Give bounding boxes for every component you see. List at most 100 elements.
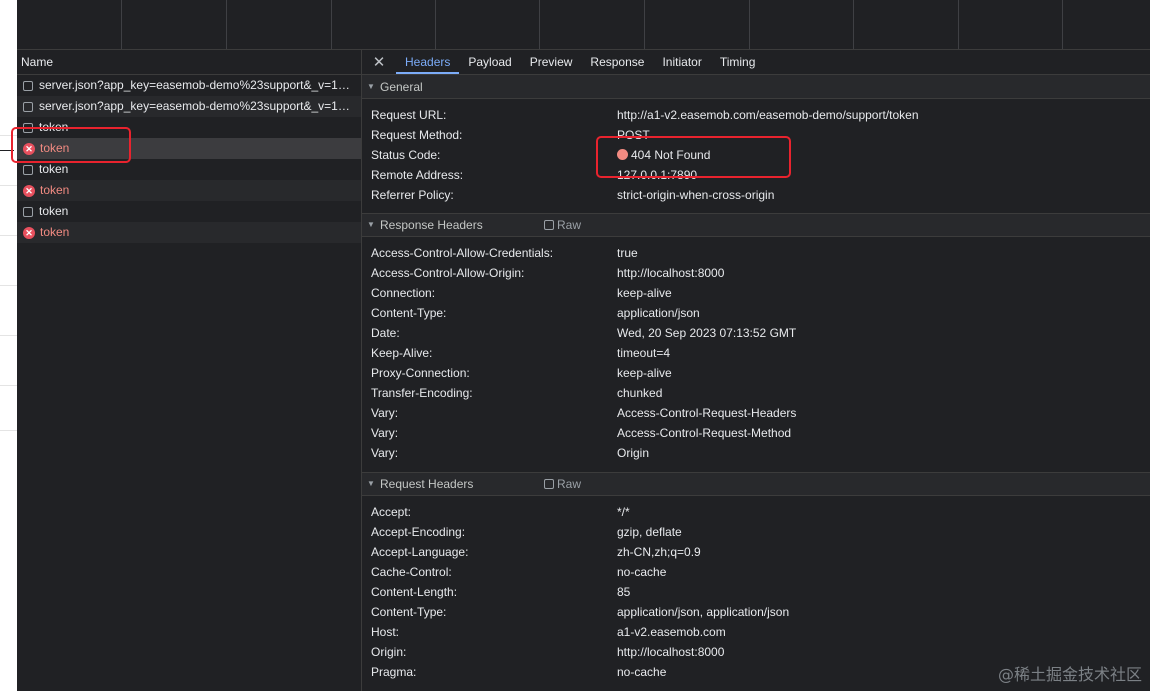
header-row: Access-Control-Allow-Origin: http://local…: [362, 263, 1150, 283]
header-row: Referrer Policy: strict-origin-when-cross…: [362, 185, 1150, 205]
header-name: Cache-Control:: [371, 565, 452, 579]
close-icon[interactable]: ✕: [362, 53, 396, 71]
header-value: http://a1-v2.easemob.com/easemob-demo/su…: [617, 108, 919, 122]
header-name: Accept-Encoding:: [371, 525, 466, 539]
request-name: server.json?app_key=easemob-demo%23suppo…: [39, 99, 350, 113]
caret-down-icon: ▼: [367, 81, 375, 91]
raw-checkbox[interactable]: [544, 479, 554, 489]
request-row[interactable]: ✕ token: [17, 222, 361, 243]
request-name: token: [40, 225, 70, 239]
header-name: Transfer-Encoding:: [371, 386, 473, 400]
response-headers-title: Response Headers: [380, 218, 483, 232]
name-column-header[interactable]: Name: [17, 50, 361, 75]
tab-preview[interactable]: Preview: [521, 50, 582, 74]
tab-response[interactable]: Response: [581, 50, 653, 74]
request-checkbox[interactable]: [23, 101, 33, 112]
header-value: */*: [617, 505, 630, 519]
request-name: server.json?app_key=easemob-demo%23suppo…: [39, 78, 350, 92]
tab-payload[interactable]: Payload: [459, 50, 520, 74]
header-value: application/json, application/json: [617, 605, 790, 619]
header-value: Access-Control-Request-Headers: [617, 406, 797, 420]
header-row: Cache-Control: no-cache: [362, 562, 1150, 582]
header-name: Vary:: [371, 426, 399, 440]
header-row: Host: a1-v2.easemob.com: [362, 622, 1150, 642]
header-name: Origin:: [371, 645, 407, 659]
request-headers-section-header[interactable]: ▼ Request Headers Raw: [362, 472, 1150, 496]
network-timeline-overview[interactable]: [17, 0, 1150, 50]
header-row: Origin: http://localhost:8000: [362, 642, 1150, 662]
header-name: Accept:: [371, 505, 412, 519]
tab-list: Headers Payload Preview Response Initiator Ti…: [396, 50, 764, 74]
header-value: keep-alive: [617, 366, 672, 380]
response-header-rows: Access-Control-Allow-Credentials: true Acc…: [362, 243, 1150, 463]
header-row: Vary: Access-Control-Request-Method: [362, 423, 1150, 443]
request-checkbox[interactable]: [23, 80, 33, 91]
annotation-box-status: [596, 136, 791, 178]
header-name: Request Method:: [371, 128, 463, 142]
header-name: Host:: [371, 625, 400, 639]
header-value: strict-origin-when-cross-origin: [617, 188, 775, 202]
header-row: Accept-Encoding: gzip, deflate: [362, 522, 1150, 542]
detail-tab-bar: ✕ Headers Payload Preview Response Initiator…: [362, 50, 1150, 75]
request-row[interactable]: ✕ token: [17, 180, 361, 201]
header-value: http://localhost:8000: [617, 645, 725, 659]
header-value: gzip, deflate: [617, 525, 682, 539]
header-row: Proxy-Connection: keep-alive: [362, 363, 1150, 383]
header-name: Content-Type:: [371, 306, 447, 320]
header-value: application/json: [617, 306, 700, 320]
header-row: Content-Type: application/json, applicati…: [362, 602, 1150, 622]
header-name: Pragma:: [371, 665, 417, 679]
header-name: Proxy-Connection:: [371, 366, 470, 380]
request-headers-title: Request Headers: [380, 477, 474, 491]
general-section-title: General: [380, 79, 423, 94]
header-row: Date: Wed, 20 Sep 2023 07:13:52 GMT: [362, 323, 1150, 343]
header-row: Access-Control-Allow-Credentials: true: [362, 243, 1150, 263]
raw-toggle-request[interactable]: Raw: [544, 472, 581, 496]
general-section-header[interactable]: ▼ General: [362, 75, 1150, 99]
header-row: Content-Length: 85: [362, 582, 1150, 602]
header-value: http://localhost:8000: [617, 266, 725, 280]
response-headers-section-header[interactable]: ▼ Response Headers Raw: [362, 213, 1150, 237]
header-value: 85: [617, 585, 631, 599]
request-checkbox[interactable]: [23, 206, 33, 217]
header-name: Status Code:: [371, 148, 441, 162]
header-value: keep-alive: [617, 286, 672, 300]
header-name: Request URL:: [371, 108, 447, 122]
request-checkbox[interactable]: [23, 164, 33, 175]
header-row: Request URL: http://a1-v2.easemob.com/eas…: [362, 105, 1150, 125]
header-name: Content-Type:: [371, 605, 447, 619]
header-row: Content-Type: application/json: [362, 303, 1150, 323]
header-row: Connection: keep-alive: [362, 283, 1150, 303]
header-value: chunked: [617, 386, 663, 400]
raw-label: Raw: [557, 218, 582, 232]
header-name: Connection:: [371, 286, 436, 300]
tab-timing[interactable]: Timing: [711, 50, 765, 74]
error-icon: ✕: [23, 184, 35, 197]
header-value: true: [617, 246, 638, 260]
header-row: Vary: Origin: [362, 443, 1150, 463]
request-row[interactable]: server.json?app_key=easemob-demo%23suppo…: [17, 96, 361, 117]
request-header-rows: Accept: */* Accept-Encoding: gzip, deflate A…: [362, 502, 1150, 682]
header-name: Access-Control-Allow-Origin:: [371, 266, 525, 280]
caret-down-icon: ▼: [367, 220, 375, 229]
header-row: Vary: Access-Control-Request-Headers: [362, 403, 1150, 423]
caret-down-icon: ▼: [367, 479, 375, 488]
raw-checkbox[interactable]: [544, 220, 554, 230]
request-row[interactable]: token: [17, 201, 361, 222]
header-name: Date:: [371, 326, 400, 340]
header-name: Referrer Policy:: [371, 188, 454, 202]
request-name: token: [40, 183, 70, 197]
tab-headers[interactable]: Headers: [396, 50, 460, 74]
error-icon: ✕: [23, 226, 35, 239]
tab-initiator[interactable]: Initiator: [653, 50, 710, 74]
raw-toggle-response[interactable]: Raw: [544, 213, 581, 237]
header-value: a1-v2.easemob.com: [617, 625, 726, 639]
raw-label: Raw: [557, 477, 582, 491]
request-name: token: [39, 204, 69, 218]
header-value: Origin: [617, 446, 650, 460]
header-name: Accept-Language:: [371, 545, 469, 559]
header-value: Wed, 20 Sep 2023 07:13:52 GMT: [617, 326, 797, 340]
request-row[interactable]: server.json?app_key=easemob-demo%23suppo…: [17, 75, 361, 96]
header-row: Accept-Language: zh-CN,zh;q=0.9: [362, 542, 1150, 562]
header-name: Remote Address:: [371, 168, 464, 182]
